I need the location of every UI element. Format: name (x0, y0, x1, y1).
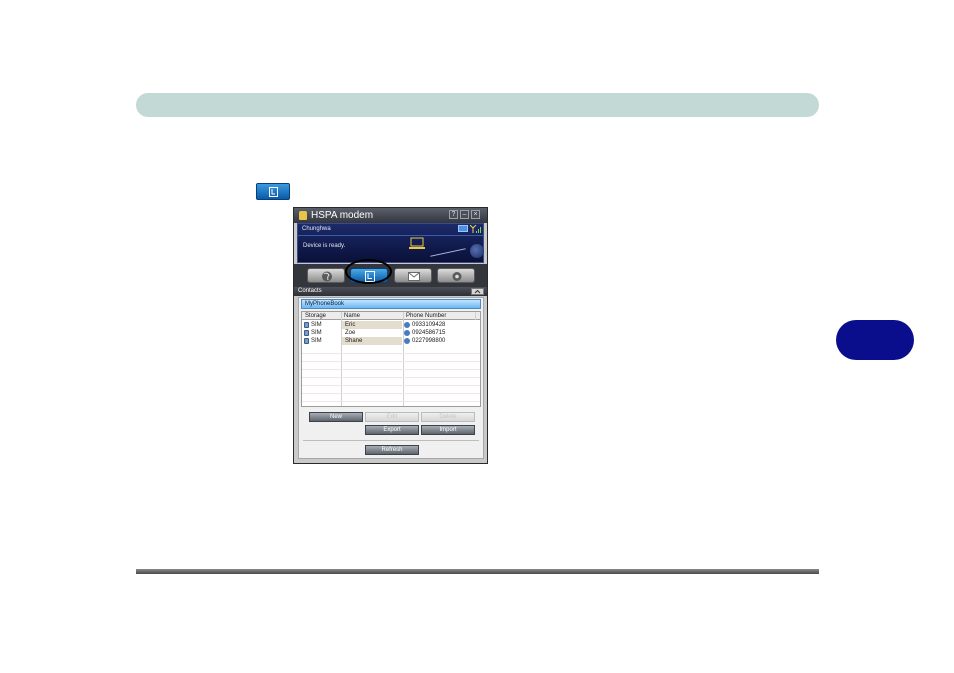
edit-contact-button[interactable]: Edit (365, 412, 419, 422)
cell-name: Zoe (345, 330, 356, 336)
empty-row-line (302, 377, 480, 378)
empty-row-line (302, 361, 480, 362)
cell-storage: SIM (311, 338, 322, 344)
contacts-table: Storage Name Phone Number SIM Eric 09331… (301, 311, 481, 407)
contacts-panel: MyPhoneBook Storage Name Phone Number SI… (298, 297, 484, 459)
signal-strength-icon (470, 225, 481, 233)
sim-card-icon (304, 330, 309, 336)
help-button[interactable]: ? (449, 210, 458, 219)
sim-card-icon (304, 322, 309, 328)
table-row[interactable]: SIM Zoe 0924586715 (302, 329, 480, 337)
column-header-name[interactable]: Name (344, 312, 360, 320)
carrier-name: Chunghwa (302, 226, 331, 232)
cell-phone: 0924586715 (412, 330, 446, 336)
empty-row-line (302, 385, 480, 386)
sim-card-icon (304, 338, 309, 344)
close-button[interactable]: × (471, 210, 480, 219)
column-header-phone[interactable]: Phone Number (406, 312, 446, 320)
table-row[interactable]: SIM Eric 0933109428 (302, 321, 480, 329)
gear-icon (452, 272, 462, 281)
cell-phone: 0933109428 (412, 322, 446, 328)
empty-row-line (302, 353, 480, 354)
cell-name: Shane (345, 338, 363, 344)
button-divider (303, 440, 479, 441)
cell-phone: 0227998800 (412, 338, 446, 344)
new-contact-button[interactable]: New (309, 412, 363, 422)
modem-app-icon (299, 211, 307, 220)
empty-row-line (302, 393, 480, 394)
column-header-storage[interactable]: Storage (305, 312, 326, 320)
tab-internet[interactable] (307, 268, 345, 283)
empty-row-line (302, 401, 480, 402)
phone-number-icon (404, 330, 410, 336)
chapter-tab (836, 320, 914, 360)
phone-icon (269, 187, 278, 197)
page-header-bar (136, 93, 819, 117)
export-button[interactable]: Export (365, 425, 419, 435)
connection-line (430, 248, 466, 257)
contacts-section-label: Contacts (298, 288, 322, 294)
footer-rule (136, 569, 819, 574)
network-type-icon (458, 225, 468, 232)
tab-settings[interactable] (437, 268, 475, 283)
collapse-button[interactable] (471, 288, 484, 295)
contacts-section-bar: Contacts (294, 287, 487, 296)
envelope-icon (408, 272, 420, 281)
tab-sms[interactable] (394, 268, 432, 283)
table-header: Storage Name Phone Number (302, 312, 480, 320)
chevron-up-icon (474, 289, 481, 294)
table-row[interactable]: SIM Shane 0227998800 (302, 337, 480, 345)
globe-icon (322, 271, 332, 282)
import-button[interactable]: Import (421, 425, 475, 435)
device-status-message: Device is ready. (303, 243, 346, 249)
network-globe-icon (470, 244, 484, 258)
laptop-icon (409, 237, 425, 249)
phonebook-button-illustration (256, 183, 290, 200)
phone-number-icon (404, 338, 410, 344)
status-divider (298, 235, 483, 236)
minimize-button[interactable]: – (460, 210, 469, 219)
refresh-button[interactable]: Refresh (365, 445, 419, 455)
delete-contact-button[interactable]: Delete (421, 412, 475, 422)
window-title: HSPA modem (311, 210, 374, 221)
phonebook-header[interactable]: MyPhoneBook (301, 299, 481, 309)
cell-name: Eric (345, 322, 356, 328)
status-panel: Chunghwa Device is ready. (297, 223, 484, 263)
active-tab-highlight (345, 259, 392, 284)
window-titlebar: HSPA modem ? – × (294, 208, 487, 223)
cell-storage: SIM (311, 322, 322, 328)
phonebook-name: MyPhoneBook (305, 301, 345, 307)
column-divider (475, 312, 476, 320)
empty-row-line (302, 369, 480, 370)
phone-number-icon (404, 322, 410, 328)
cell-storage: SIM (311, 330, 322, 336)
hspa-modem-window: HSPA modem ? – × Chunghwa Device is read… (293, 207, 488, 464)
